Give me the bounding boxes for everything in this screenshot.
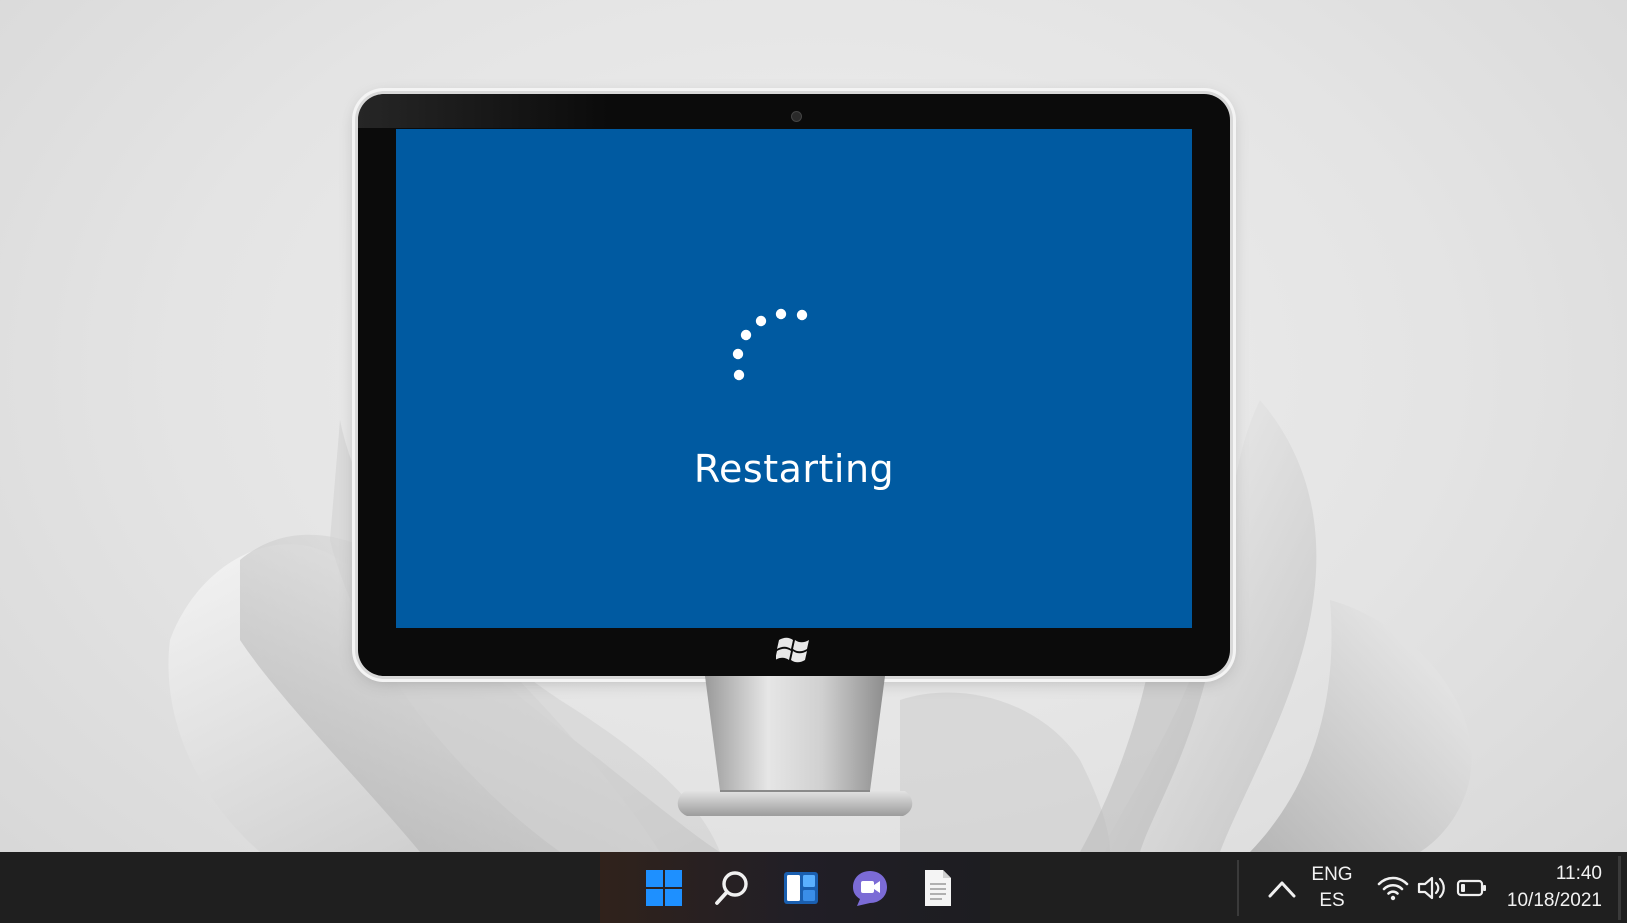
keyboard-layout: ES bbox=[1319, 890, 1345, 911]
video-chat-icon bbox=[853, 871, 887, 906]
language-indicator[interactable]: ENG ES bbox=[1310, 862, 1354, 914]
network-button[interactable] bbox=[1376, 871, 1410, 905]
clock-time: 11:40 bbox=[1555, 863, 1602, 884]
search-icon bbox=[715, 871, 748, 905]
teams-chat-button[interactable] bbox=[848, 866, 892, 910]
monitor-stand bbox=[677, 676, 913, 816]
search-button[interactable] bbox=[710, 866, 754, 910]
webcam-icon bbox=[791, 111, 802, 122]
clock-date: 10/18/2021 bbox=[1506, 890, 1602, 911]
clock-button[interactable]: 11:40 10/18/2021 bbox=[1490, 860, 1602, 914]
widgets-button[interactable] bbox=[779, 866, 823, 910]
language-code: ENG bbox=[1311, 864, 1353, 885]
loading-dots-icon bbox=[732, 308, 808, 381]
file-button[interactable] bbox=[916, 866, 960, 910]
tray-divider bbox=[1237, 860, 1239, 916]
bezel-highlight bbox=[358, 94, 608, 128]
windows-logo-icon bbox=[646, 870, 682, 906]
start-button[interactable] bbox=[642, 866, 686, 910]
windows-flag-logo-icon bbox=[776, 637, 809, 663]
restarting-label: Restarting bbox=[693, 447, 895, 491]
show-desktop-button[interactable] bbox=[1618, 856, 1621, 920]
monitor-frame: Restarting bbox=[358, 94, 1230, 676]
chevron-up-icon bbox=[1268, 881, 1296, 898]
volume-button[interactable] bbox=[1415, 871, 1449, 905]
volume-icon bbox=[1417, 876, 1445, 900]
battery-button[interactable] bbox=[1455, 871, 1489, 905]
taskbar: ENG ES 11:40 10/18/2021 bbox=[0, 852, 1627, 923]
wifi-icon bbox=[1377, 876, 1409, 901]
show-hidden-icons-button[interactable] bbox=[1266, 870, 1298, 906]
widgets-icon bbox=[784, 872, 818, 904]
document-icon bbox=[925, 870, 951, 906]
battery-icon bbox=[1456, 879, 1486, 897]
restart-screen: Restarting bbox=[396, 129, 1192, 628]
